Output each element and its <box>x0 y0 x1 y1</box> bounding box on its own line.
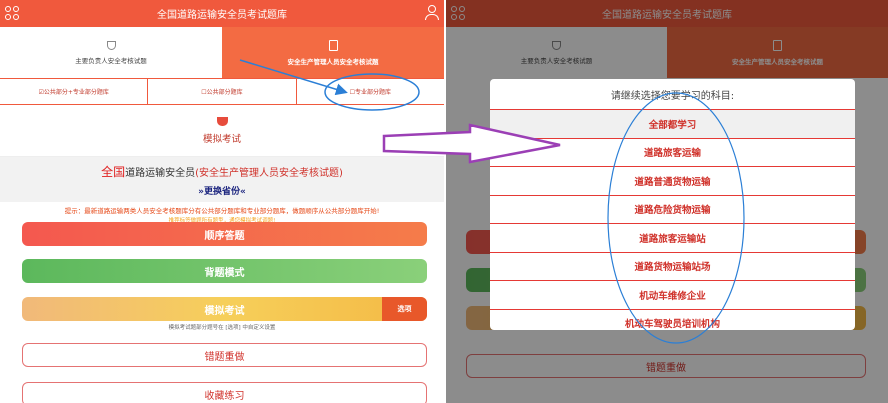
banner-subject: 道路运输安全员 <box>125 167 196 179</box>
user-icon[interactable] <box>425 5 439 21</box>
tab-principal[interactable]: 主要负责人安全考核试题 <box>0 27 222 78</box>
subtab-public[interactable]: ☐公共部分题库 <box>148 79 297 104</box>
subject-option[interactable]: 道路旅客运输 <box>490 137 855 167</box>
subject-option[interactable]: 机动车维修企业 <box>490 280 855 309</box>
exam-banner: 全国道路运输安全员(安全生产管理人员安全考核试题) »更换省份« <box>0 157 444 202</box>
favorites-button[interactable]: 收藏练习 <box>22 382 427 403</box>
mock-exam-button[interactable]: 模拟考试 选项 <box>22 297 427 321</box>
app-title: 全国道路运输安全员考试题库 <box>157 10 287 21</box>
subtab-all[interactable]: ☑公共部分+专业部分题库 <box>0 79 149 104</box>
banner-region: 全国 <box>101 164 126 179</box>
subject-option[interactable]: 全部都学习 <box>490 109 855 138</box>
tab-label: 安全生产管理人员安全考核试题 <box>287 57 379 66</box>
mock-exam-button-label: 模拟考试 <box>204 305 245 317</box>
sequential-answer-button[interactable]: 顺序答题 <box>22 222 427 246</box>
tip-text: 提示：最新道路运输两类人员安全考核题库分有公共部分题库和专业部分题库，做题顺序从… <box>64 207 380 215</box>
mock-note: 模拟考试题部分题号在 [选项] 中自定义设置 <box>168 325 276 331</box>
right-screen: 全国道路运输安全员考试题库 主要负责人安全考核试题 安全生产管理人员安全考核试题… <box>446 0 888 403</box>
subject-option[interactable]: 道路货物运输站场 <box>490 251 855 281</box>
mock-exam-label: 模拟考试 <box>202 133 241 145</box>
subject-select-modal: 请继续选择您要学习的科目: 全部都学习 道路旅客运输 道路普通货物运输 道路危险… <box>490 79 855 330</box>
modal-title: 请继续选择您要学习的科目: <box>610 90 735 102</box>
options-button[interactable]: 选项 <box>382 297 427 321</box>
memorize-mode-button[interactable]: 背题模式 <box>22 259 427 283</box>
trophy-icon <box>216 116 228 126</box>
document-icon <box>328 39 338 51</box>
banner-title: 全国道路运输安全员(安全生产管理人员安全考核试题) <box>101 163 343 180</box>
tab-safety-manager[interactable]: 安全生产管理人员安全考核试题 <box>222 27 444 78</box>
subject-option[interactable]: 机动车驾驶员培训机构 <box>490 308 855 330</box>
subtab-professional[interactable]: ☐专业部分题库 <box>297 79 444 104</box>
change-province-link[interactable]: »更换省份« <box>198 184 246 197</box>
left-screen: 全国道路运输安全员考试题库 主要负责人安全考核试题 安全生产管理人员安全考核试题… <box>0 0 444 403</box>
wrong-redo-button[interactable]: 错题重做 <box>22 343 427 367</box>
trophy-icon <box>106 40 116 50</box>
subject-option[interactable]: 道路普通货物运输 <box>490 166 855 195</box>
banner-category: (安全生产管理人员安全考核试题) <box>195 167 343 179</box>
app-header: 全国道路运输安全员考试题库 <box>0 0 444 27</box>
sub-tabs: ☑公共部分+专业部分题库 ☐公共部分题库 ☐专业部分题库 <box>0 78 444 105</box>
top-tabs: 主要负责人安全考核试题 安全生产管理人员安全考核试题 <box>0 27 444 78</box>
mock-exam-header[interactable]: 模拟考试 <box>0 105 444 157</box>
subject-option[interactable]: 道路旅客运输站 <box>490 223 855 252</box>
menu-grid-icon[interactable] <box>5 6 19 20</box>
tab-label: 主要负责人安全考核试题 <box>75 56 147 65</box>
subject-option[interactable]: 道路危险货物运输 <box>490 194 855 224</box>
